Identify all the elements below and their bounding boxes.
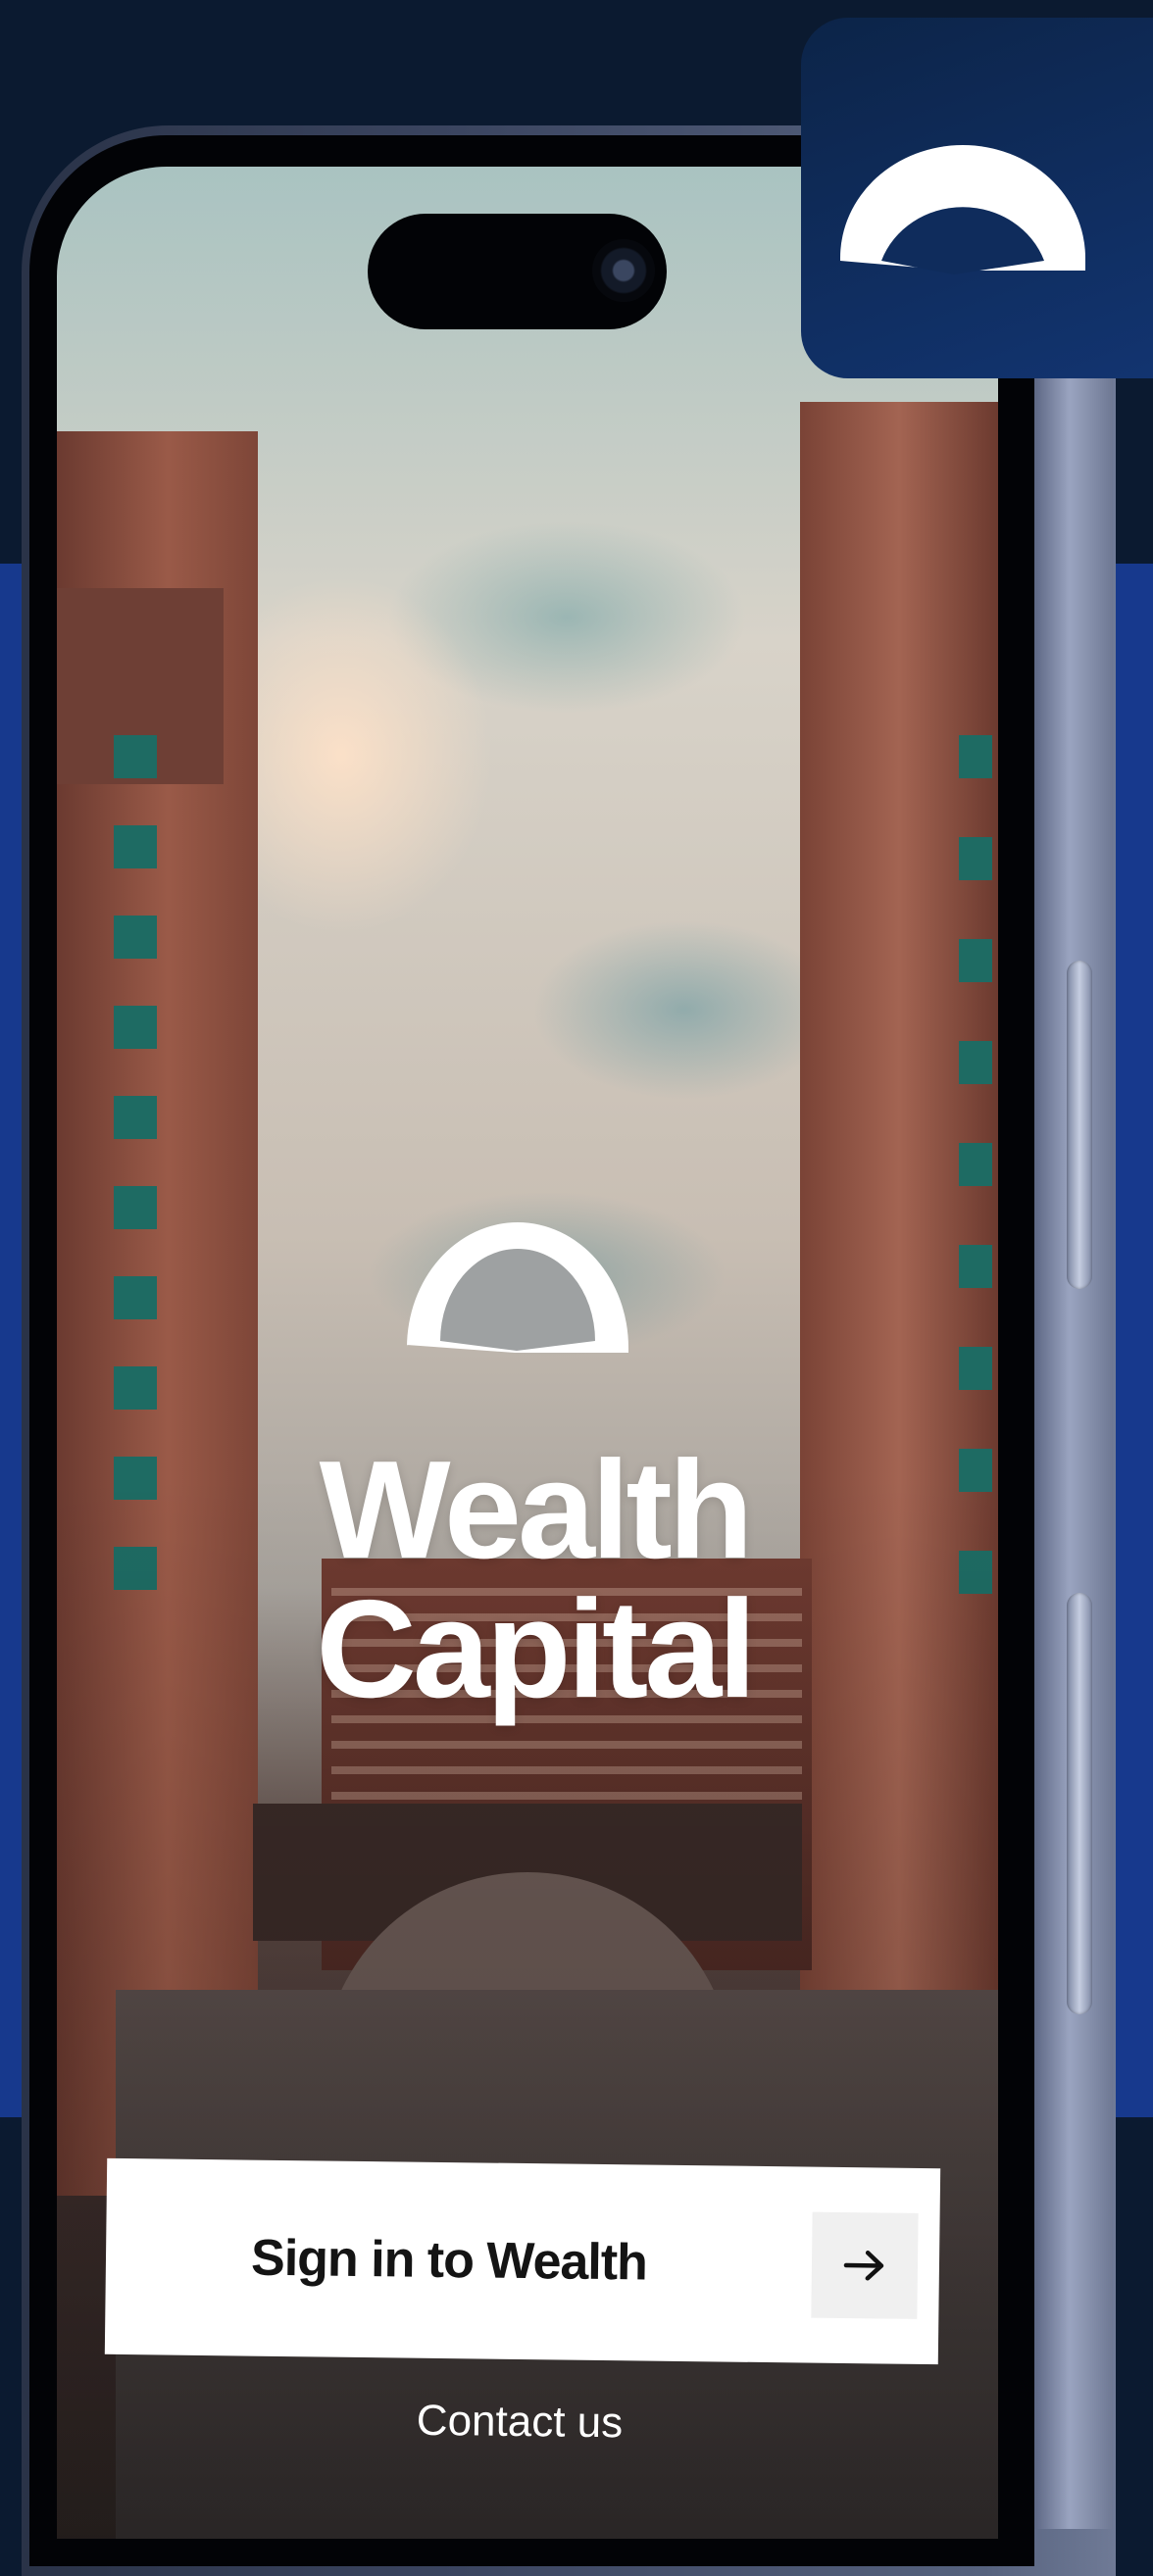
phone-side-rail xyxy=(1034,372,1113,2529)
phone-side-button xyxy=(1067,961,1092,1289)
app-icon xyxy=(801,18,1153,378)
brand-name: Wealth Capital xyxy=(316,1432,756,1727)
front-camera xyxy=(592,239,655,302)
signin-button-label: Sign in to Wealth xyxy=(250,2229,648,2292)
signin-button[interactable]: Sign in to Wealth xyxy=(104,2157,941,2365)
half-dome-logo-icon xyxy=(840,145,1085,274)
half-dome-logo-icon xyxy=(407,1222,628,1353)
contact-us-link[interactable]: Contact us xyxy=(343,2396,697,2449)
phone-side-button-lower xyxy=(1067,1593,1092,2014)
arrow-right-icon xyxy=(811,2211,919,2319)
